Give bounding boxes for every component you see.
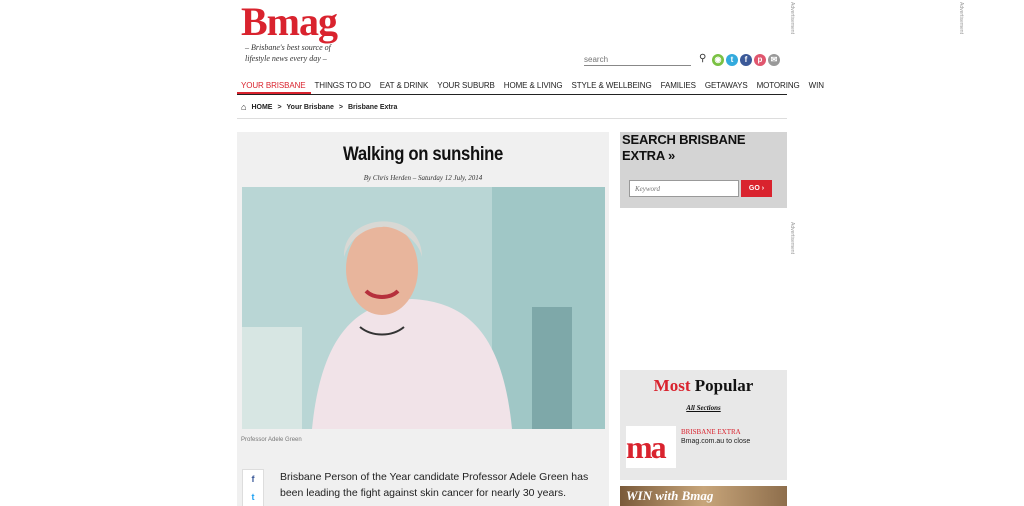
article-intro: Brisbane Person of the Year candidate Pr… (280, 471, 589, 499)
twitter-share-icon[interactable]: t (243, 488, 263, 506)
go-button[interactable]: GO › (741, 180, 772, 197)
nav-your-brisbane[interactable]: YOUR BRISBANE (237, 78, 311, 94)
pinterest-icon[interactable]: p (754, 54, 766, 66)
search-input[interactable] (584, 54, 691, 66)
email-icon[interactable]: ✉ (768, 54, 780, 66)
nav-motoring[interactable]: MOTORING (753, 78, 805, 94)
breadcrumb-separator: > (277, 103, 282, 111)
win-banner[interactable]: WIN with Bmag (620, 486, 787, 506)
portrait-image (242, 187, 605, 429)
most-popular: Most Popular All Sections ma BRISBANE EX… (620, 370, 787, 480)
breadcrumb: ⌂ HOME > Your Brisbane > Brisbane Extra (241, 102, 397, 112)
ad-label: Advertisement (789, 2, 795, 34)
nav-things-to-do[interactable]: THINGS TO DO (311, 78, 376, 94)
breadcrumb-separator: > (338, 103, 343, 111)
divider (237, 118, 787, 119)
search-icon[interactable]: ⚲ (699, 53, 706, 64)
breadcrumb-home[interactable]: HOME (251, 104, 272, 111)
rss-icon[interactable]: ◉ (712, 54, 724, 66)
site-tagline: – Brisbane's best source of lifestyle ne… (245, 43, 331, 63)
breadcrumb-your-brisbane[interactable]: Your Brisbane (287, 104, 334, 111)
photo-caption: Professor Adele Green (241, 437, 302, 443)
article-thumbnail[interactable]: ma (626, 426, 676, 468)
sidebar-search-title: SEARCH BRISBANE EXTRA » (622, 132, 746, 163)
popular-word: Popular (694, 376, 754, 395)
popular-item-category[interactable]: BRISBANE EXTRA (681, 428, 741, 436)
all-sections-link[interactable]: All Sections (620, 404, 787, 412)
sidebar-search: SEARCH BRISBANE EXTRA » GO › (620, 132, 787, 208)
breadcrumb-brisbane-extra[interactable]: Brisbane Extra (348, 104, 397, 111)
twitter-icon[interactable]: t (726, 54, 738, 66)
ad-label: Advertisement (958, 2, 964, 34)
main-nav: YOUR BRISBANE THINGS TO DO EAT & DRINK Y… (237, 78, 824, 95)
win-banner-text: WIN with Bmag (626, 488, 714, 503)
page: Bmag – Brisbane's best source of lifesty… (237, 0, 824, 506)
article: Walking on sunshine By Chris Herden – Sa… (237, 132, 609, 506)
nav-home-living[interactable]: HOME & LIVING (500, 78, 568, 94)
nav-win[interactable]: WIN (805, 78, 829, 94)
popular-item-title[interactable]: Bmag.com.au to close (681, 438, 750, 445)
keyword-input[interactable] (629, 180, 739, 197)
facebook-share-icon[interactable]: f (243, 470, 263, 488)
nav-eat-drink[interactable]: EAT & DRINK (376, 78, 433, 94)
article-photo (242, 187, 605, 429)
bmag-logo[interactable]: Bmag (241, 2, 338, 42)
nav-families[interactable]: FAMILIES (657, 78, 701, 94)
share-bar: f t (242, 469, 264, 506)
most-word: Most (653, 376, 691, 395)
most-popular-title: Most Popular (620, 376, 787, 396)
ad-label: Advertisement (789, 222, 795, 254)
nav-your-suburb[interactable]: YOUR SUBURB (433, 78, 500, 94)
article-byline: By Chris Herden – Saturday 12 July, 2014 (363, 174, 483, 182)
article-title: Walking on sunshine (343, 144, 503, 165)
nav-getaways[interactable]: GETAWAYS (701, 78, 753, 94)
home-icon[interactable]: ⌂ (241, 102, 246, 112)
nav-style-wellbeing[interactable]: STYLE & WELLBEING (568, 78, 657, 94)
facebook-icon[interactable]: f (740, 54, 752, 66)
